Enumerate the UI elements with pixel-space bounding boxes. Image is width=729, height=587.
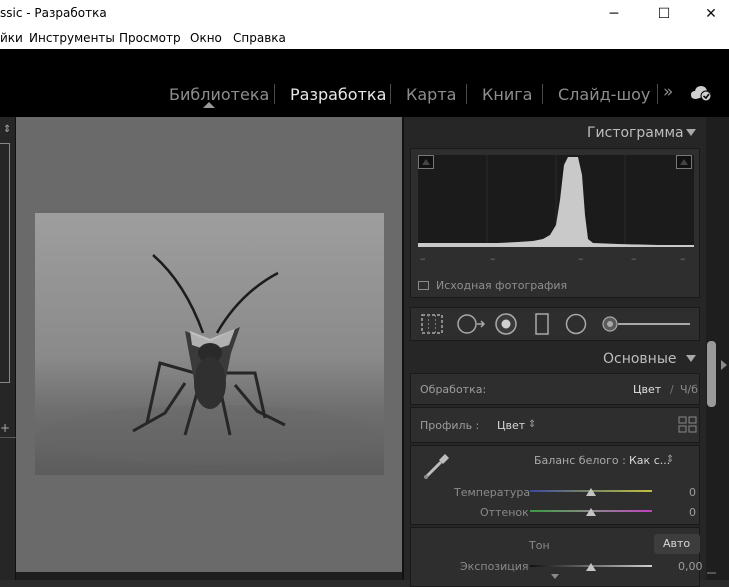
- panel-scrollbar-thumb[interactable]: [707, 341, 716, 407]
- panel-collapse-icon[interactable]: ⇕: [3, 124, 11, 135]
- menu-bar: йки Инструменты Просмотр Окно Справка: [0, 28, 729, 49]
- module-library[interactable]: Библиотека: [169, 85, 269, 104]
- radial-filter-icon[interactable]: [564, 312, 588, 336]
- temperature-value[interactable]: 0: [689, 486, 696, 499]
- module-develop[interactable]: Разработка: [290, 85, 386, 104]
- module-picker: Библиотека Разработка Карта Книга Слайд-…: [0, 49, 729, 117]
- module-map[interactable]: Карта: [406, 85, 456, 104]
- spot-removal-icon[interactable]: [456, 313, 488, 335]
- exposure-slider-thumb[interactable]: [586, 563, 596, 571]
- white-balance-select[interactable]: Как с...: [629, 454, 670, 467]
- cloud-sync-icon[interactable]: [690, 84, 714, 102]
- module-separator: [466, 84, 467, 104]
- histogram-graph[interactable]: [418, 155, 694, 247]
- right-scroll-column: [706, 117, 729, 580]
- tint-label: Оттенок: [480, 506, 529, 519]
- module-active-indicator: [203, 102, 215, 108]
- module-separator: [542, 84, 543, 104]
- minimize-icon: ─: [609, 6, 619, 22]
- histogram-readout-3: –: [578, 252, 584, 265]
- menu-item-help[interactable]: Справка: [233, 31, 286, 45]
- right-panel-toggle-icon[interactable]: [721, 360, 727, 370]
- crop-overlay-icon[interactable]: [420, 313, 444, 335]
- histogram-title[interactable]: Гистограмма: [587, 125, 684, 141]
- close-button[interactable]: ✕: [688, 0, 729, 28]
- scroll-bottom-marker: [707, 572, 716, 574]
- left-divider: [0, 437, 16, 438]
- left-panel: ⇕ +: [0, 117, 16, 580]
- exposure-value[interactable]: 0,00: [678, 560, 703, 573]
- photo-preview[interactable]: [35, 213, 384, 475]
- treatment-color-option[interactable]: Цвет: [633, 383, 661, 396]
- treatment-label: Обработка:: [420, 383, 487, 396]
- histogram-readout-5: –: [680, 252, 686, 265]
- minimize-button[interactable]: ─: [591, 0, 637, 28]
- module-separator: [274, 84, 275, 104]
- menu-item-settings[interactable]: йки: [0, 31, 23, 45]
- maximize-icon: ☐: [657, 6, 671, 22]
- menu-item-window[interactable]: Окно: [190, 31, 222, 45]
- filmstrip-edge: [16, 572, 402, 580]
- basic-panel-title[interactable]: Основные: [603, 351, 677, 367]
- white-balance-label: Баланс белого :: [534, 454, 626, 467]
- profile-select-arrows-icon[interactable]: ⇕: [528, 419, 536, 430]
- red-eye-icon[interactable]: [494, 312, 518, 336]
- basic-collapse-icon[interactable]: [686, 355, 696, 362]
- temperature-label: Температура: [454, 486, 531, 499]
- close-icon: ✕: [705, 6, 717, 22]
- profile-label: Профиль :: [420, 419, 480, 432]
- temperature-slider-thumb[interactable]: [586, 488, 596, 496]
- original-photo-checkbox[interactable]: [418, 281, 429, 290]
- window-title: ssic - Разработка: [0, 6, 107, 20]
- title-bar: ssic - Разработка ─ ☐ ✕: [0, 0, 729, 28]
- profile-browser-icon[interactable]: [678, 416, 698, 434]
- white-balance-arrows-icon[interactable]: ⇕: [666, 454, 674, 465]
- shadow-clipping-button[interactable]: [418, 155, 434, 169]
- histogram-collapse-icon[interactable]: [686, 129, 696, 136]
- treatment-bw-option[interactable]: Ч/б: [680, 383, 698, 396]
- tint-slider-thumb[interactable]: [586, 508, 596, 516]
- right-panel: Гистограмма – – – – – Исходная фотографи…: [402, 117, 706, 587]
- auto-tone-button[interactable]: Авто: [654, 534, 700, 554]
- graduated-filter-icon[interactable]: [532, 312, 552, 336]
- add-preset-icon[interactable]: +: [0, 421, 10, 435]
- navigator-frame: [0, 143, 10, 383]
- profile-select[interactable]: Цвет: [497, 419, 525, 432]
- module-separator: [657, 84, 658, 104]
- panel-bottom-arrow-icon[interactable]: [551, 574, 559, 579]
- bug-photo-image: [35, 213, 384, 475]
- more-modules-icon[interactable]: »: [663, 82, 673, 102]
- module-book[interactable]: Книга: [482, 85, 532, 104]
- module-separator: [390, 84, 391, 104]
- histogram-readout-2: –: [490, 252, 496, 265]
- menu-item-view[interactable]: Просмотр: [119, 31, 181, 45]
- histogram-readout-1: –: [420, 252, 426, 265]
- highlight-clipping-button[interactable]: [676, 155, 692, 169]
- module-slideshow[interactable]: Слайд-шоу: [558, 85, 650, 104]
- tone-label: Тон: [529, 539, 550, 552]
- exposure-label: Экспозиция: [460, 560, 529, 573]
- tint-value[interactable]: 0: [689, 506, 696, 519]
- treatment-separator: /: [670, 383, 674, 396]
- original-photo-label: Исходная фотография: [436, 279, 568, 292]
- auto-tone-label: Авто: [663, 537, 691, 550]
- eyedropper-icon[interactable]: [420, 449, 454, 483]
- histogram-readout-4: –: [631, 252, 637, 265]
- maximize-button[interactable]: ☐: [641, 0, 687, 28]
- adjustment-brush-icon[interactable]: [600, 314, 692, 334]
- menu-item-tools[interactable]: Инструменты: [29, 31, 115, 45]
